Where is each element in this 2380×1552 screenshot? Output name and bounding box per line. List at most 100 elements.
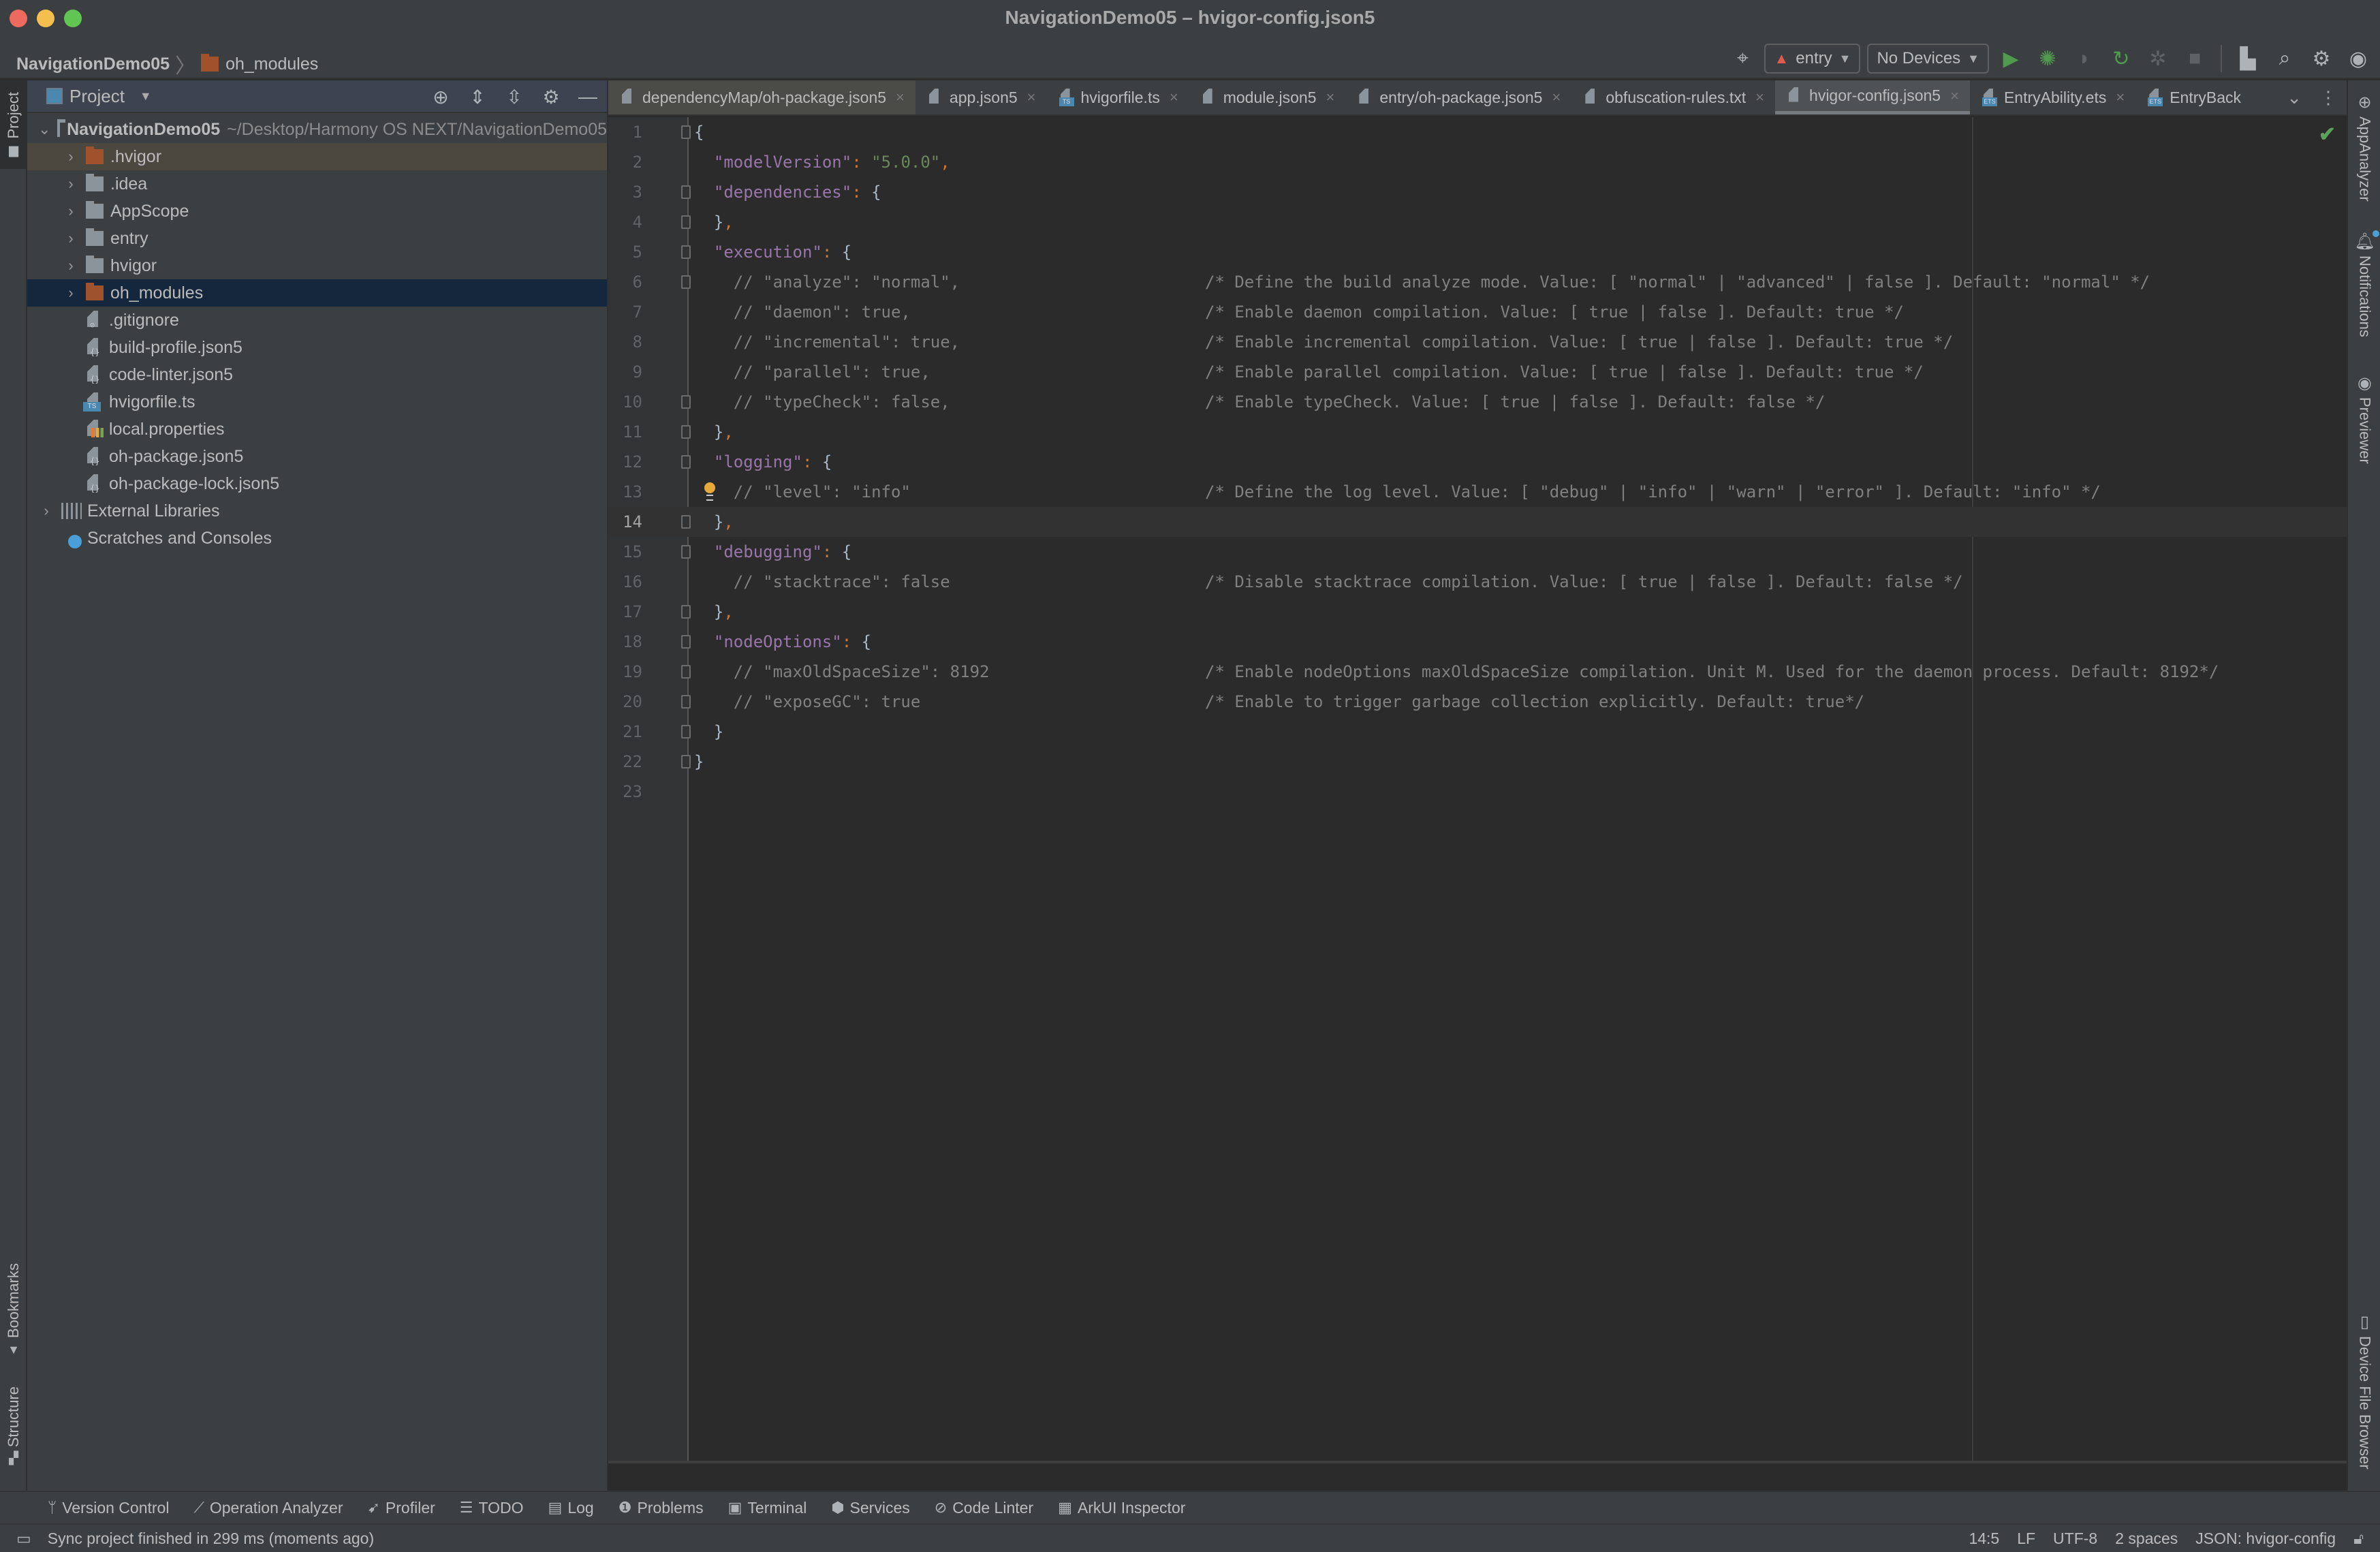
tab-entry-oh-package[interactable]: entry/oh-package.json5 × [1345, 80, 1571, 114]
close-tab-icon[interactable]: × [2116, 89, 2125, 106]
line-number[interactable]: 1 [608, 117, 642, 147]
line-number[interactable]: 18 [608, 627, 642, 657]
line-number[interactable]: 16 [608, 567, 642, 597]
fold-marker-icon[interactable] [681, 665, 691, 679]
tool-tab-project[interactable]: Project ▆ [0, 80, 27, 169]
stop-icon[interactable]: ■ [2180, 44, 2210, 74]
tab-module-json5[interactable]: module.json5 × [1189, 80, 1346, 114]
tab-dependencymap-oh-package[interactable]: dependencyMap/oh-package.json5 × [608, 80, 915, 114]
project-view-select[interactable]: Project [69, 86, 125, 107]
fold-marker-icon[interactable] [681, 125, 691, 139]
line-number[interactable]: 17 [608, 597, 642, 627]
no-problems-check-icon[interactable]: ✔ [2319, 123, 2336, 146]
fold-marker-icon[interactable] [681, 515, 691, 529]
status-message[interactable]: Sync project finished in 299 ms (moments… [48, 1530, 374, 1548]
code-line[interactable]: 12 "logging": { [608, 447, 2347, 477]
file-encoding[interactable]: UTF-8 [2053, 1530, 2097, 1548]
code-line[interactable]: 1{ [608, 117, 2347, 147]
line-number[interactable]: 3 [608, 177, 642, 207]
chevron-right-icon[interactable]: › [38, 502, 54, 520]
tree-item-entry[interactable]: › entry [27, 225, 607, 252]
code-line[interactable]: 2 "modelVersion": "5.0.0", [608, 147, 2347, 177]
chevron-right-icon[interactable]: › [63, 175, 79, 193]
code-line[interactable]: 20 // "exposeGC": true /* Enable to trigg… [608, 687, 2347, 717]
line-number[interactable]: 5 [608, 237, 642, 267]
gear-icon[interactable]: ⚙ [537, 83, 565, 110]
toggle-tool-windows-icon[interactable]: ▭ [16, 1530, 31, 1548]
tree-item-scratches[interactable]: › Scratches and Consoles [27, 525, 607, 552]
line-number[interactable]: 10 [608, 387, 642, 417]
target-icon[interactable]: ⌖ [1727, 44, 1757, 74]
fold-marker-icon[interactable] [681, 215, 691, 229]
account-icon[interactable]: ◉ [2343, 44, 2373, 74]
run-configuration-select[interactable]: ▲ entry ▼ [1764, 44, 1861, 74]
line-number[interactable]: 21 [608, 717, 642, 747]
line-number[interactable]: 15 [608, 537, 642, 567]
code-line[interactable]: 22} [608, 747, 2347, 777]
code-line[interactable]: 11 }, [608, 417, 2347, 447]
line-number[interactable]: 20 [608, 687, 642, 717]
line-number[interactable]: 19 [608, 657, 642, 687]
expand-all-icon[interactable]: ⇕ [464, 83, 491, 110]
code-line[interactable]: 9 // "parallel": true, /* Enable parallel… [608, 357, 2347, 387]
tool-todo[interactable]: ☰ TODO [460, 1499, 524, 1517]
settings-icon[interactable]: ⚙ [2306, 44, 2336, 74]
horizontal-scrollbar[interactable] [608, 1461, 2347, 1463]
file-type[interactable]: JSON: hvigor-config [2195, 1530, 2336, 1548]
code-line[interactable]: 10 // "typeCheck": false, /* Enable typeC… [608, 387, 2347, 417]
code-line[interactable]: 15 "debugging": { [608, 537, 2347, 567]
tree-item-build-profile[interactable]: {} build-profile.json5 [27, 334, 607, 361]
collapse-all-icon[interactable]: ⇳ [501, 83, 528, 110]
fold-marker-icon[interactable] [681, 425, 691, 439]
line-number[interactable]: 8 [608, 327, 642, 357]
tool-profiler[interactable]: ➹ Profiler [367, 1499, 435, 1517]
close-tab-icon[interactable]: × [1552, 89, 1561, 106]
fold-marker-icon[interactable] [681, 245, 691, 259]
tool-code-linter[interactable]: ⊘ Code Linter [935, 1499, 1033, 1517]
line-number[interactable]: 13 [608, 477, 642, 507]
fold-marker-icon[interactable] [681, 695, 691, 709]
device-select[interactable]: No Devices ▼ [1867, 44, 1989, 74]
code-line[interactable]: 17 }, [608, 597, 2347, 627]
tool-version-control[interactable]: ᛘ Version Control [48, 1499, 169, 1517]
tree-item-oh-modules[interactable]: › oh_modules [27, 279, 607, 307]
close-tab-icon[interactable]: × [1170, 89, 1178, 106]
tab-obfuscation-rules[interactable]: obfuscation-rules.txt × [1571, 80, 1775, 114]
line-number[interactable]: 6 [608, 267, 642, 297]
attach-debugger-icon[interactable]: ✲ [2143, 44, 2173, 74]
tool-log[interactable]: ▤ Log [548, 1499, 594, 1517]
locate-file-icon[interactable]: ⊕ [427, 83, 454, 110]
tool-tab-structure[interactable]: Structure ▞ [0, 1375, 27, 1477]
tree-item-hvigorfile[interactable]: TS hvigorfile.ts [27, 388, 607, 416]
chevron-right-icon[interactable]: › [63, 202, 79, 220]
fold-marker-icon[interactable] [681, 725, 691, 739]
tool-operation-analyzer[interactable]: ⟋ Operation Analyzer [193, 1499, 343, 1517]
chevron-right-icon[interactable]: › [63, 284, 79, 302]
tree-item-oh-package-lock[interactable]: {} oh-package-lock.json5 [27, 470, 607, 497]
tab-hvigorfile-ts[interactable]: TS hvigorfile.ts × [1047, 80, 1189, 114]
tool-terminal[interactable]: ▣ Terminal [728, 1499, 807, 1517]
line-number[interactable]: 4 [608, 207, 642, 237]
close-tab-icon[interactable]: × [1950, 87, 1959, 105]
line-number[interactable]: 2 [608, 147, 642, 177]
tree-item-external-libraries[interactable]: › External Libraries [27, 497, 607, 525]
tree-item-appscope[interactable]: › AppScope [27, 198, 607, 225]
close-tab-icon[interactable]: × [1027, 89, 1036, 106]
chevron-down-icon[interactable]: ▼ [140, 89, 152, 104]
chevron-right-icon[interactable]: › [63, 257, 79, 275]
chevron-right-icon[interactable]: › [63, 230, 79, 247]
run-icon[interactable]: ▶ [1996, 44, 2026, 74]
code-line[interactable]: 23 [608, 777, 2347, 807]
caret-position[interactable]: 14:5 [1969, 1530, 1999, 1548]
tree-item-oh-package[interactable]: {} oh-package.json5 [27, 443, 607, 470]
breadcrumb-item-oh-modules[interactable]: oh_modules [225, 55, 318, 74]
tool-services[interactable]: ⬢ Services [831, 1499, 909, 1517]
code-line[interactable]: 19 // "maxOldSpaceSize": 8192 /* Enable n… [608, 657, 2347, 687]
tab-hvigor-config[interactable]: hvigor-config.json5 × [1775, 80, 1970, 114]
breadcrumb-item-project[interactable]: NavigationDemo05 [16, 55, 170, 74]
profile-icon[interactable]: ◗ [2069, 44, 2099, 74]
fold-marker-icon[interactable] [681, 545, 691, 559]
close-tab-icon[interactable]: × [1755, 89, 1764, 106]
chevron-right-icon[interactable]: › [63, 148, 79, 166]
code-line[interactable]: 4 }, [608, 207, 2347, 237]
